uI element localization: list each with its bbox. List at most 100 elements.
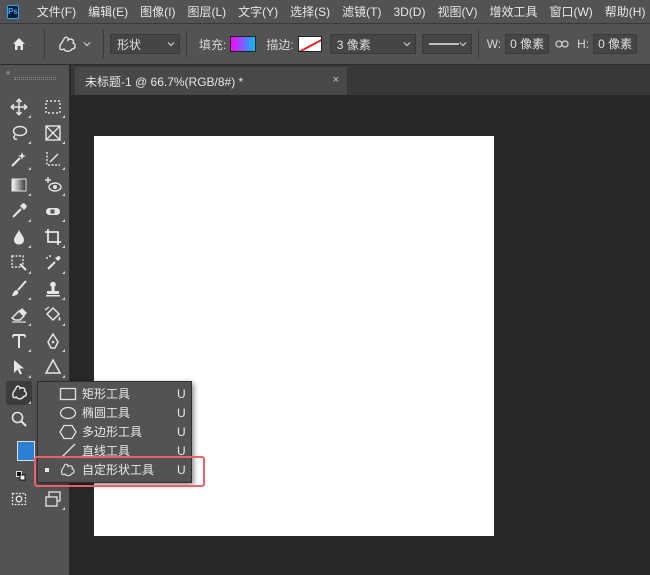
eraser-tool[interactable]	[6, 303, 32, 327]
bandage-tool[interactable]	[40, 199, 66, 223]
home-icon	[13, 38, 25, 50]
slice-icon	[46, 152, 60, 166]
brush-icon	[12, 280, 27, 296]
stamp-tool[interactable]	[40, 277, 66, 301]
options-bar: 形状 填充: 描边: 3 像素 W: 0 像素 H: 0 像素	[0, 24, 650, 65]
zoom-icon	[11, 411, 27, 427]
object-selection-tool[interactable]	[6, 147, 32, 171]
custom-shape-icon	[59, 36, 76, 52]
eraser-icon	[10, 308, 27, 323]
stroke-line-icon	[428, 43, 459, 45]
tool-preset-picker[interactable]	[51, 35, 97, 53]
flyout-item-polygon[interactable]: 多边形工具 U	[38, 422, 191, 441]
stroke-width-value: 3 像素	[336, 37, 371, 52]
flyout-item-rectangle[interactable]: 矩形工具 U	[38, 384, 191, 403]
menu-type[interactable]: 文字(Y)	[232, 0, 284, 24]
custom-shape-icon	[12, 385, 27, 400]
pen-icon	[47, 332, 59, 349]
menu-view[interactable]: 视图(V)	[431, 0, 483, 24]
custom-shape-tool[interactable]	[6, 381, 32, 405]
mode-select[interactable]: 形状	[110, 34, 180, 54]
eye-plus-icon	[45, 177, 62, 192]
ellipse-icon	[59, 405, 77, 421]
flyout-item-shortcut: U	[177, 424, 186, 439]
highlight-annotation	[34, 456, 205, 487]
paint-bucket-tool[interactable]	[40, 303, 66, 327]
link-icon[interactable]	[555, 39, 569, 49]
flyout-item-label: 多边形工具	[82, 425, 143, 439]
dodge-tool[interactable]	[6, 251, 32, 275]
triangle-icon	[44, 358, 62, 374]
eyedropper-dots-icon	[46, 255, 61, 270]
document-tab[interactable]: 未标题-1 @ 66.7%(RGB/8#) * ×	[75, 67, 347, 95]
rectangle-icon	[59, 386, 77, 402]
pen-tool[interactable]	[40, 329, 66, 353]
crop-tool[interactable]	[40, 225, 66, 249]
quick-mask-button[interactable]	[6, 487, 32, 511]
droplet-icon	[14, 230, 24, 245]
path-selection-tool[interactable]	[6, 355, 32, 379]
gradient-tool[interactable]	[6, 173, 32, 197]
bandage-icon	[46, 208, 60, 215]
photoshop-logo: Ps	[7, 4, 19, 19]
type-tool[interactable]	[6, 329, 32, 353]
crop-slice-tool[interactable]	[40, 147, 66, 171]
brush-tool[interactable]	[6, 277, 32, 301]
triangle-tool[interactable]	[40, 355, 66, 379]
lasso-icon	[12, 125, 28, 140]
menu-layer[interactable]: 图层(L)	[181, 0, 232, 24]
document-title: 未标题-1 @ 66.7%(RGB/8#) *	[85, 74, 244, 89]
screen-mode-button[interactable]	[40, 487, 66, 511]
blur-tool[interactable]	[6, 225, 32, 249]
lasso-tool[interactable]	[6, 121, 32, 145]
chevron-down-icon	[459, 42, 467, 47]
mode-value: 形状	[117, 37, 142, 52]
arrow-cursor-icon	[14, 360, 24, 375]
zoom-tool[interactable]	[6, 407, 32, 431]
eyedropper-tool[interactable]	[6, 199, 32, 223]
tools-panel: «	[0, 65, 70, 575]
move-icon	[10, 98, 28, 116]
color-sampler-tool[interactable]	[40, 251, 66, 275]
fill-label: 填充:	[199, 37, 227, 52]
default-colors-icon[interactable]	[16, 471, 26, 481]
width-input[interactable]: 0 像素	[505, 34, 550, 54]
frame-tool[interactable]	[40, 121, 66, 145]
move-tool[interactable]	[6, 95, 32, 119]
separator	[186, 30, 187, 58]
separator	[103, 30, 104, 58]
stroke-style-select[interactable]	[421, 34, 472, 54]
stroke-swatch[interactable]	[297, 36, 322, 52]
home-button[interactable]	[0, 24, 38, 65]
stroke-label: 描边:	[266, 37, 294, 52]
width-label: W:	[486, 37, 502, 51]
selection-brush-icon	[11, 255, 27, 271]
menu-edit[interactable]: 编辑(E)	[82, 0, 134, 24]
chevron-down-icon	[83, 42, 91, 47]
red-eye-tool[interactable]	[40, 173, 66, 197]
crop-icon	[45, 229, 61, 245]
menu-image[interactable]: 图像(I)	[134, 0, 181, 24]
menu-file[interactable]: 文件(F)	[31, 0, 82, 24]
fill-swatch[interactable]	[230, 36, 257, 52]
menu-3d[interactable]: 3D(D)	[387, 0, 431, 24]
type-icon	[12, 334, 26, 348]
stroke-width-field[interactable]: 3 像素	[329, 34, 416, 54]
menu-bar: Ps 文件(F) 编辑(E) 图像(I) 图层(L) 文字(Y) 选择(S) 滤…	[0, 0, 650, 24]
eyedropper-icon	[12, 203, 27, 218]
chevron-down-icon	[403, 42, 411, 47]
frame-icon	[45, 125, 61, 141]
close-icon[interactable]: ×	[333, 74, 339, 86]
screen-mode-icon	[45, 491, 61, 507]
menu-plugins[interactable]: 增效工具	[483, 0, 543, 24]
foreground-color-swatch[interactable]	[17, 441, 35, 461]
menu-filter[interactable]: 滤镜(T)	[336, 0, 387, 24]
collapse-toggle[interactable]: «	[6, 68, 11, 77]
height-input[interactable]: 0 像素	[593, 34, 638, 54]
marquee-tool[interactable]	[40, 95, 66, 119]
menu-help[interactable]: 帮助(H)	[599, 0, 650, 24]
menu-select[interactable]: 选择(S)	[284, 0, 336, 24]
panel-grip[interactable]	[14, 77, 56, 80]
flyout-item-ellipse[interactable]: 椭圆工具 U	[38, 403, 191, 422]
menu-window[interactable]: 窗口(W)	[543, 0, 598, 24]
